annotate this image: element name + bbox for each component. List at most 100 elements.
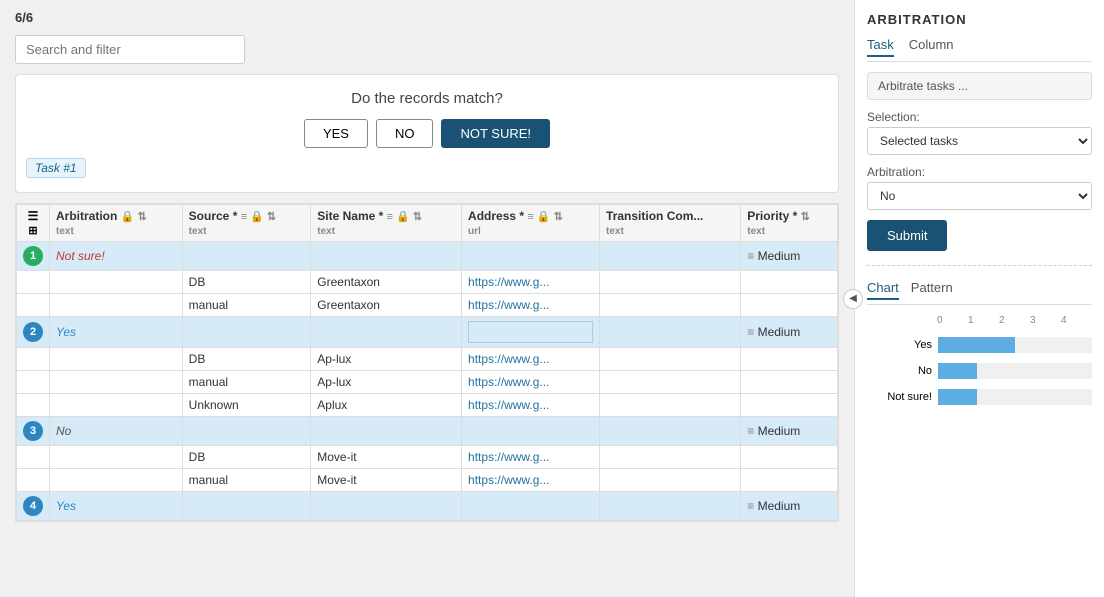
source-transition bbox=[600, 371, 741, 394]
source-row: manualGreentaxonhttps://www.g... bbox=[17, 294, 838, 317]
source-row: manualMove-ithttps://www.g... bbox=[17, 469, 838, 492]
source-type: Unknown bbox=[182, 394, 311, 417]
source-arbitration bbox=[50, 294, 183, 317]
source-address: https://www.g... bbox=[462, 371, 600, 394]
table-container: ☰ ⊞ Arbitration 🔒 ⇅ text Source * ≡ 🔒 ⇅ … bbox=[15, 203, 839, 522]
match-dialog: Do the records match? YES NO NOT SURE! T… bbox=[15, 74, 839, 193]
arbitration-select[interactable]: Yes No Not sure! bbox=[867, 182, 1092, 210]
bar-notsure bbox=[938, 389, 977, 405]
pattern-tab[interactable]: Pattern bbox=[911, 280, 953, 300]
tab-task[interactable]: Task bbox=[867, 37, 894, 57]
source-type: manual bbox=[182, 469, 311, 492]
yes-button[interactable]: YES bbox=[304, 119, 368, 148]
task-arbitration: Yes bbox=[50, 317, 183, 348]
source-type: manual bbox=[182, 371, 311, 394]
bar-yes bbox=[938, 337, 1015, 353]
source-row: DBGreentaxonhttps://www.g... bbox=[17, 271, 838, 294]
chart-row-notsure: Not sure! bbox=[867, 386, 1092, 408]
bar-no bbox=[938, 363, 977, 379]
task-arbitration: Not sure! bbox=[50, 242, 183, 271]
source-priority bbox=[741, 446, 838, 469]
arbitration-title: ARBITRATION bbox=[867, 12, 1092, 27]
task-priority: ≡ Medium bbox=[741, 317, 838, 348]
menu-icon: ☰ bbox=[28, 209, 39, 223]
source-row: DBMove-ithttps://www.g... bbox=[17, 446, 838, 469]
source-site: Ap-lux bbox=[311, 371, 462, 394]
no-button[interactable]: NO bbox=[376, 119, 434, 148]
right-panel: ◀ ARBITRATION Task Column Arbitrate task… bbox=[854, 0, 1104, 597]
collapse-button[interactable]: ◀ bbox=[843, 289, 863, 309]
counter: 6/6 bbox=[15, 10, 839, 25]
col-transition: Transition Com... text bbox=[600, 205, 741, 242]
chart-axis: 0 1 2 3 4 bbox=[867, 315, 1092, 326]
task-empty-cell bbox=[462, 492, 600, 521]
task-priority: ≡ Medium bbox=[741, 492, 838, 521]
arbitration-section: Arbitration: Yes No Not sure! bbox=[867, 165, 1092, 210]
col-source: Source * ≡ 🔒 ⇅ text bbox=[182, 205, 311, 242]
selection-select[interactable]: Selected tasks All tasks Filtered tasks bbox=[867, 127, 1092, 155]
task-row: 3No≡ Medium bbox=[17, 417, 838, 446]
task-number: 1 bbox=[23, 246, 43, 266]
source-priority bbox=[741, 294, 838, 317]
bar-container-notsure bbox=[938, 389, 1092, 405]
tab-column[interactable]: Column bbox=[909, 37, 954, 57]
source-transition bbox=[600, 348, 741, 371]
task-arbitration: Yes bbox=[50, 492, 183, 521]
task-empty-cell bbox=[311, 417, 462, 446]
chart-label-notsure: Not sure! bbox=[867, 391, 932, 403]
task-empty-cell bbox=[182, 317, 311, 348]
col-priority: Priority * ⇅ text bbox=[741, 205, 838, 242]
source-priority bbox=[741, 271, 838, 294]
chart-label-no: No bbox=[867, 365, 932, 377]
chart-tab[interactable]: Chart bbox=[867, 280, 899, 300]
source-address: https://www.g... bbox=[462, 348, 600, 371]
task-empty-cell bbox=[600, 242, 741, 271]
search-input[interactable] bbox=[15, 35, 245, 64]
arbitrate-tasks-button[interactable]: Arbitrate tasks ... bbox=[867, 72, 1092, 100]
left-panel: 6/6 Do the records match? YES NO NOT SUR… bbox=[0, 0, 854, 597]
chart-row-no: No bbox=[867, 360, 1092, 382]
task-empty-cell bbox=[182, 417, 311, 446]
task-empty-cell bbox=[600, 417, 741, 446]
task-number: 2 bbox=[23, 322, 43, 342]
source-transition bbox=[600, 446, 741, 469]
source-transition bbox=[600, 394, 741, 417]
source-site: Move-it bbox=[311, 446, 462, 469]
notsure-button[interactable]: NOT SURE! bbox=[441, 119, 550, 148]
source-priority bbox=[741, 469, 838, 492]
source-arbitration bbox=[50, 348, 183, 371]
task-arbitration: No bbox=[50, 417, 183, 446]
selection-section: Selection: Selected tasks All tasks Filt… bbox=[867, 110, 1092, 155]
task-empty-cell bbox=[182, 242, 311, 271]
source-number bbox=[17, 394, 50, 417]
source-type: DB bbox=[182, 271, 311, 294]
task-row: 2 Yes ≡ Medium bbox=[17, 317, 838, 348]
chart-row-yes: Yes bbox=[867, 334, 1092, 356]
task-number: 4 bbox=[23, 496, 43, 516]
task-empty-cell bbox=[462, 417, 600, 446]
task-empty-cell bbox=[600, 492, 741, 521]
menu-header[interactable]: ☰ ⊞ bbox=[17, 205, 50, 242]
bar-container-no bbox=[938, 363, 1092, 379]
source-address: https://www.g... bbox=[462, 271, 600, 294]
source-arbitration bbox=[50, 371, 183, 394]
source-site: Greentaxon bbox=[311, 271, 462, 294]
chart-pattern-tabs: Chart Pattern bbox=[867, 280, 1092, 305]
data-table: ☰ ⊞ Arbitration 🔒 ⇅ text Source * ≡ 🔒 ⇅ … bbox=[16, 204, 838, 521]
source-type: manual bbox=[182, 294, 311, 317]
source-arbitration bbox=[50, 469, 183, 492]
source-priority bbox=[741, 394, 838, 417]
task-empty-cell bbox=[182, 492, 311, 521]
task-empty-cell bbox=[462, 317, 600, 348]
col-address: Address * ≡ 🔒 ⇅ url bbox=[462, 205, 600, 242]
source-site: Aplux bbox=[311, 394, 462, 417]
source-transition bbox=[600, 294, 741, 317]
source-number bbox=[17, 294, 50, 317]
source-priority bbox=[741, 348, 838, 371]
submit-button[interactable]: Submit bbox=[867, 220, 947, 251]
selection-label: Selection: bbox=[867, 110, 1092, 124]
source-priority bbox=[741, 371, 838, 394]
source-number bbox=[17, 469, 50, 492]
source-transition bbox=[600, 271, 741, 294]
chart-area: 0 1 2 3 4 Yes No Not sure! bbox=[867, 315, 1092, 585]
